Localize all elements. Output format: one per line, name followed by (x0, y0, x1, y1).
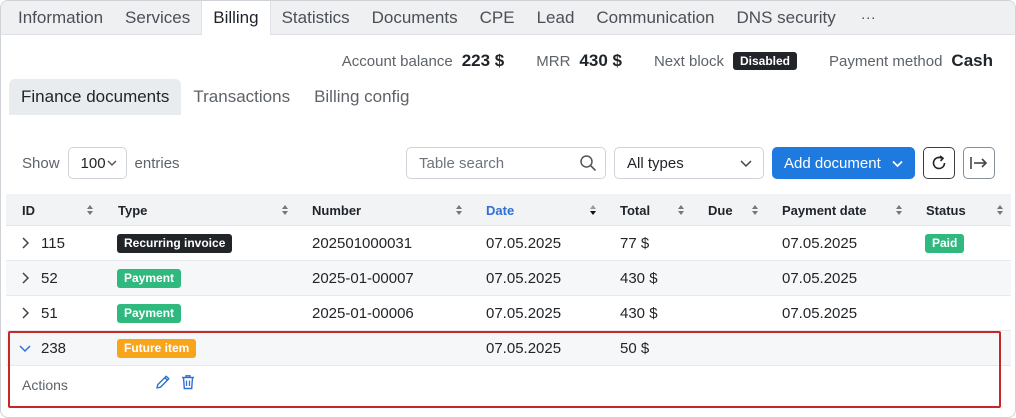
tab-more[interactable]: ··· (847, 1, 890, 34)
next-block-label: Next block (653, 52, 724, 70)
sort-icon[interactable] (996, 204, 1004, 216)
tab-billing[interactable]: Billing (201, 1, 271, 35)
sort-icon[interactable] (455, 204, 463, 216)
column-header-date[interactable]: Date (486, 194, 514, 226)
tab-transactions[interactable]: Transactions (181, 79, 302, 115)
chevron-down-icon[interactable] (18, 341, 32, 355)
chevron-right-icon[interactable] (18, 271, 32, 285)
chevron-down-icon (107, 160, 117, 166)
page-length-select[interactable]: 100 (67, 147, 127, 179)
mrr-value: 430 $ (579, 51, 622, 70)
customer-billing-panel: Information Services Billing Statistics … (0, 0, 1016, 418)
column-header-type[interactable]: Type (118, 194, 147, 226)
row-date: 07.05.2025 (486, 340, 562, 357)
row-number: 202501000031 (312, 235, 413, 252)
row-total: 50 $ (620, 340, 650, 357)
row-id: 51 (41, 305, 58, 322)
trash-icon[interactable] (179, 373, 197, 391)
row-number: 2025-01-00006 (312, 305, 414, 322)
row-date: 07.05.2025 (486, 305, 562, 322)
chevron-down-icon (892, 160, 903, 167)
sort-icon[interactable] (677, 204, 685, 216)
row-payment-date: 07.05.2025 (782, 305, 858, 322)
billing-sub-tabs: Finance documents Transactions Billing c… (9, 79, 422, 115)
tab-services[interactable]: Services (114, 1, 201, 34)
column-header-due[interactable]: Due (708, 194, 733, 226)
entries-label: entries (134, 154, 180, 172)
sort-icon[interactable] (895, 204, 903, 216)
tab-lead[interactable]: Lead (526, 1, 586, 34)
type-badge: Future item (117, 339, 197, 358)
row-date: 07.05.2025 (486, 270, 562, 287)
row-total: 77 $ (620, 235, 650, 252)
page-length-control: Show 100 entries (22, 147, 180, 179)
column-header-total[interactable]: Total (620, 194, 650, 226)
payment-method-label: Payment method (829, 52, 943, 70)
column-header-payment-date[interactable]: Payment date (782, 194, 867, 226)
document-type-value: All types (627, 154, 684, 172)
account-balance-label: Account balance (341, 52, 453, 70)
row-payment-date: 07.05.2025 (782, 270, 858, 287)
export-button[interactable] (963, 147, 995, 179)
tab-statistics[interactable]: Statistics (271, 1, 361, 34)
type-badge: Payment (117, 269, 182, 288)
chevron-down-icon (740, 160, 752, 168)
column-header-number[interactable]: Number (312, 194, 361, 226)
sort-icon[interactable] (281, 204, 289, 216)
add-document-label: Add document (784, 154, 881, 172)
row-id: 115 (41, 235, 65, 252)
tab-dns-security[interactable]: DNS security (726, 1, 847, 34)
row-total: 430 $ (620, 270, 658, 287)
type-badge: Payment (117, 304, 182, 323)
billing-summary: Account balance 223 $ MRR 430 $ Next blo… (342, 49, 993, 73)
row-date: 07.05.2025 (486, 235, 562, 252)
tab-cpe[interactable]: CPE (469, 1, 526, 34)
pencil-icon[interactable] (154, 373, 172, 391)
chevron-right-icon[interactable] (18, 306, 32, 320)
sort-icon[interactable] (751, 204, 759, 216)
row-total: 430 $ (620, 305, 658, 322)
row-payment-date: 07.05.2025 (782, 235, 858, 252)
refresh-icon (932, 155, 946, 170)
table-search-input[interactable] (419, 154, 569, 172)
column-header-id[interactable]: ID (22, 194, 35, 226)
tab-information[interactable]: Information (7, 1, 114, 34)
row-id: 52 (41, 270, 58, 287)
table-row[interactable]: 52 Payment 2025-01-00007 07.05.2025 430 … (6, 261, 1011, 296)
table-row[interactable]: 51 Payment 2025-01-00006 07.05.2025 430 … (6, 296, 1011, 331)
row-id: 238 (41, 340, 67, 357)
tab-billing-config[interactable]: Billing config (302, 79, 421, 115)
document-type-filter[interactable]: All types (614, 147, 764, 179)
row-actions-panel: Actions (6, 365, 1011, 407)
status-badge: Paid (925, 234, 965, 253)
table-search (406, 147, 606, 179)
type-badge: Recurring invoice (117, 234, 233, 253)
sort-icon[interactable] (589, 204, 597, 216)
show-label: Show (22, 154, 60, 172)
table-row-expanded[interactable]: 238 Future item 07.05.2025 50 $ (6, 331, 1011, 366)
row-number: 2025-01-00007 (312, 270, 414, 287)
add-document-button[interactable]: Add document (772, 147, 915, 179)
column-header-status[interactable]: Status (926, 194, 966, 226)
page-length-value: 100 (80, 154, 106, 172)
table-row[interactable]: 115 Recurring invoice 202501000031 07.05… (6, 226, 1011, 261)
tab-finance-documents[interactable]: Finance documents (9, 79, 182, 115)
chevron-right-icon[interactable] (18, 236, 32, 250)
search-icon[interactable] (579, 154, 597, 172)
account-balance-value: 223 $ (461, 51, 505, 70)
table-header: ID Type Number Date Total Due Payment da… (6, 194, 1011, 226)
actions-label: Actions (22, 377, 68, 393)
tab-communication[interactable]: Communication (585, 1, 725, 34)
refresh-button[interactable] (923, 147, 955, 179)
mrr-label: MRR (536, 52, 571, 70)
next-block-badge: Disabled (733, 52, 798, 70)
top-tab-bar: Information Services Billing Statistics … (1, 1, 1015, 35)
payment-method-value: Cash (951, 51, 993, 70)
sort-icon[interactable] (86, 204, 94, 216)
export-icon (970, 157, 988, 169)
tab-documents[interactable]: Documents (361, 1, 469, 34)
